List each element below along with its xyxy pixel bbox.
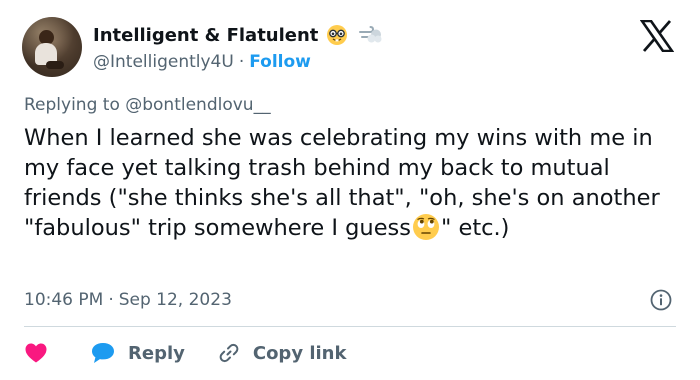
- author-name-row: Intelligent & Flatulent: [93, 22, 382, 48]
- link-icon: [219, 343, 239, 363]
- face-with-rolling-eyes-emoji-icon: [412, 214, 439, 240]
- nerd-face-emoji-icon: [327, 25, 348, 45]
- divider: [24, 326, 676, 327]
- tweet-text-part-1: When I learned she was celebrating my wi…: [24, 125, 667, 241]
- tweet-text-part-2: " etc.): [440, 215, 510, 241]
- follow-button[interactable]: Follow: [249, 52, 311, 72]
- heart-icon: [25, 343, 47, 363]
- tweet-date: Sep 12, 2023: [118, 290, 232, 310]
- tweet-timestamp[interactable]: 10:46 PM · Sep 12, 2023: [24, 288, 232, 312]
- tweet-time: 10:46 PM: [24, 290, 104, 310]
- author-handle-row: @Intelligently4U · Follow: [93, 50, 311, 74]
- reply-label: Reply: [128, 342, 185, 364]
- x-logo-icon[interactable]: [640, 20, 674, 52]
- copy-link-label: Copy link: [252, 342, 347, 364]
- tweet-card: Intelligent & Flatulent @Intelligently4U…: [0, 0, 700, 380]
- avatar[interactable]: [22, 17, 82, 77]
- timestamp-separator: ·: [108, 290, 114, 310]
- like-button[interactable]: [24, 342, 48, 364]
- action-bar: Reply Copy link: [24, 338, 346, 368]
- reply-button[interactable]: Reply: [90, 341, 185, 365]
- copy-link-button[interactable]: Copy link: [217, 341, 347, 365]
- author-handle[interactable]: @Intelligently4U: [93, 52, 234, 72]
- info-icon[interactable]: [650, 289, 672, 311]
- author-display-name[interactable]: Intelligent & Flatulent: [93, 25, 318, 46]
- replying-to-label[interactable]: Replying to @bontlendlovu__: [24, 95, 271, 115]
- speech-bubble-icon: [92, 343, 114, 363]
- handle-separator: ·: [238, 52, 245, 72]
- avatar-leg: [46, 61, 64, 69]
- tweet-text: When I learned she was celebrating my wi…: [24, 123, 680, 243]
- dashing-away-emoji-icon: [359, 26, 382, 43]
